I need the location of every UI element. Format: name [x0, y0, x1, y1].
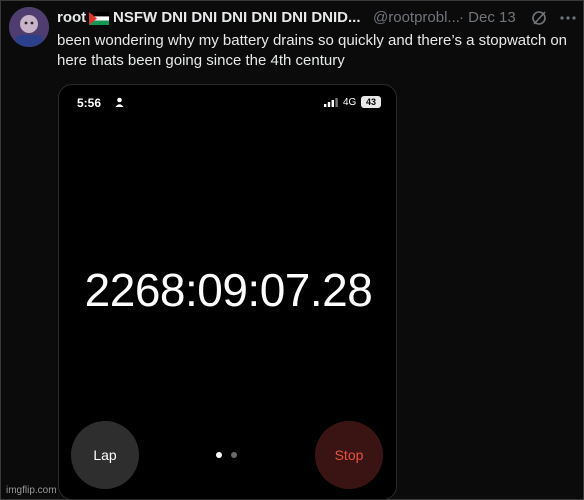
- tweet-media-image[interactable]: 5:56 4G 43 2268:09:07.28 Lap Stop: [58, 84, 397, 500]
- network-label: 4G: [343, 97, 357, 108]
- avatar[interactable]: [9, 7, 49, 47]
- lap-button[interactable]: Lap: [71, 421, 139, 489]
- author-display-title[interactable]: NSFW DNI DNI DNI DNI DNI DNID...: [113, 9, 361, 26]
- palestine-flag-icon: [89, 12, 109, 25]
- signal-icon: [324, 98, 338, 107]
- stopwatch-time: 2268:09:07.28: [84, 264, 373, 316]
- battery-indicator: 43: [361, 96, 381, 108]
- tweet-header: root NSFW DNI DNI DNI DNI DNI DNID... @r…: [57, 9, 577, 29]
- page-dot-active[interactable]: [216, 452, 222, 458]
- author-name[interactable]: root: [57, 9, 86, 26]
- phone-status-time: 5:56: [77, 96, 102, 110]
- watermark: imgflip.com: [6, 485, 57, 496]
- grok-icon[interactable]: [531, 10, 547, 26]
- person-icon: [115, 97, 124, 107]
- tweet-date[interactable]: · Dec 13: [459, 9, 516, 26]
- page-dot-inactive[interactable]: [231, 452, 237, 458]
- more-icon[interactable]: [559, 9, 577, 27]
- tweet-text: been wondering why my battery drains so …: [57, 32, 568, 69]
- author-handle[interactable]: @rootprobl...: [373, 9, 460, 26]
- stop-button[interactable]: Stop: [315, 421, 383, 489]
